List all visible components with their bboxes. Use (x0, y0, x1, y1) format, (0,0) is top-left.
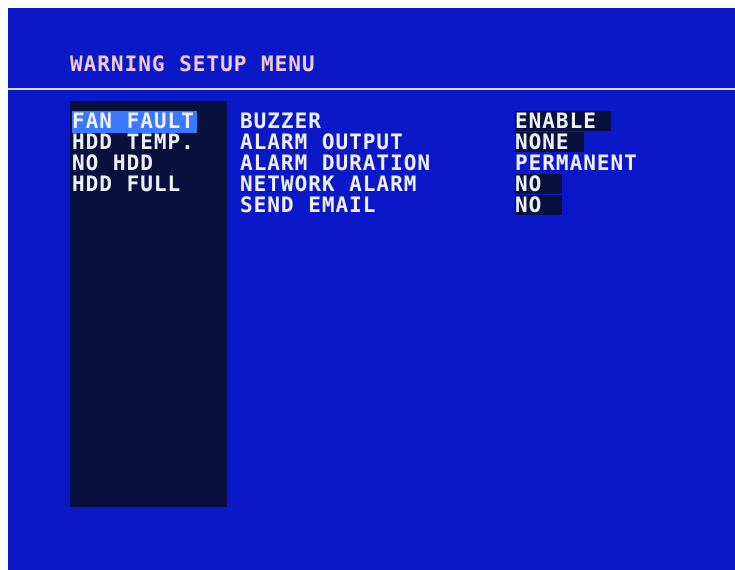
setting-value-buzzer[interactable]: ENABLE (515, 111, 611, 132)
warning-type-list: FAN FAULT HDD TEMP. NO HDD HDD FULL (70, 101, 227, 507)
setting-value-alarm-output[interactable]: NONE (515, 132, 584, 153)
warning-item-hdd-full[interactable]: HDD FULL (72, 174, 181, 196)
menu-title: WARNING SETUP MENU (70, 52, 316, 76)
setting-label-buzzer: BUZZER (240, 109, 322, 133)
setting-label-network-alarm: NETWORK ALARM (240, 172, 418, 196)
setting-value-alarm-duration[interactable]: PERMANENT (515, 153, 638, 174)
title-divider (8, 88, 735, 90)
setting-label-alarm-output: ALARM OUTPUT (240, 130, 404, 154)
setting-value-send-email[interactable]: NO (515, 195, 563, 216)
setting-label-alarm-duration: ALARM DURATION (240, 151, 432, 175)
setting-label-send-email: SEND EMAIL (240, 193, 377, 217)
setting-value-network-alarm[interactable]: NO (515, 174, 563, 195)
osd-screen: WARNING SETUP MENU FAN FAULT HDD TEMP. N… (8, 8, 735, 570)
